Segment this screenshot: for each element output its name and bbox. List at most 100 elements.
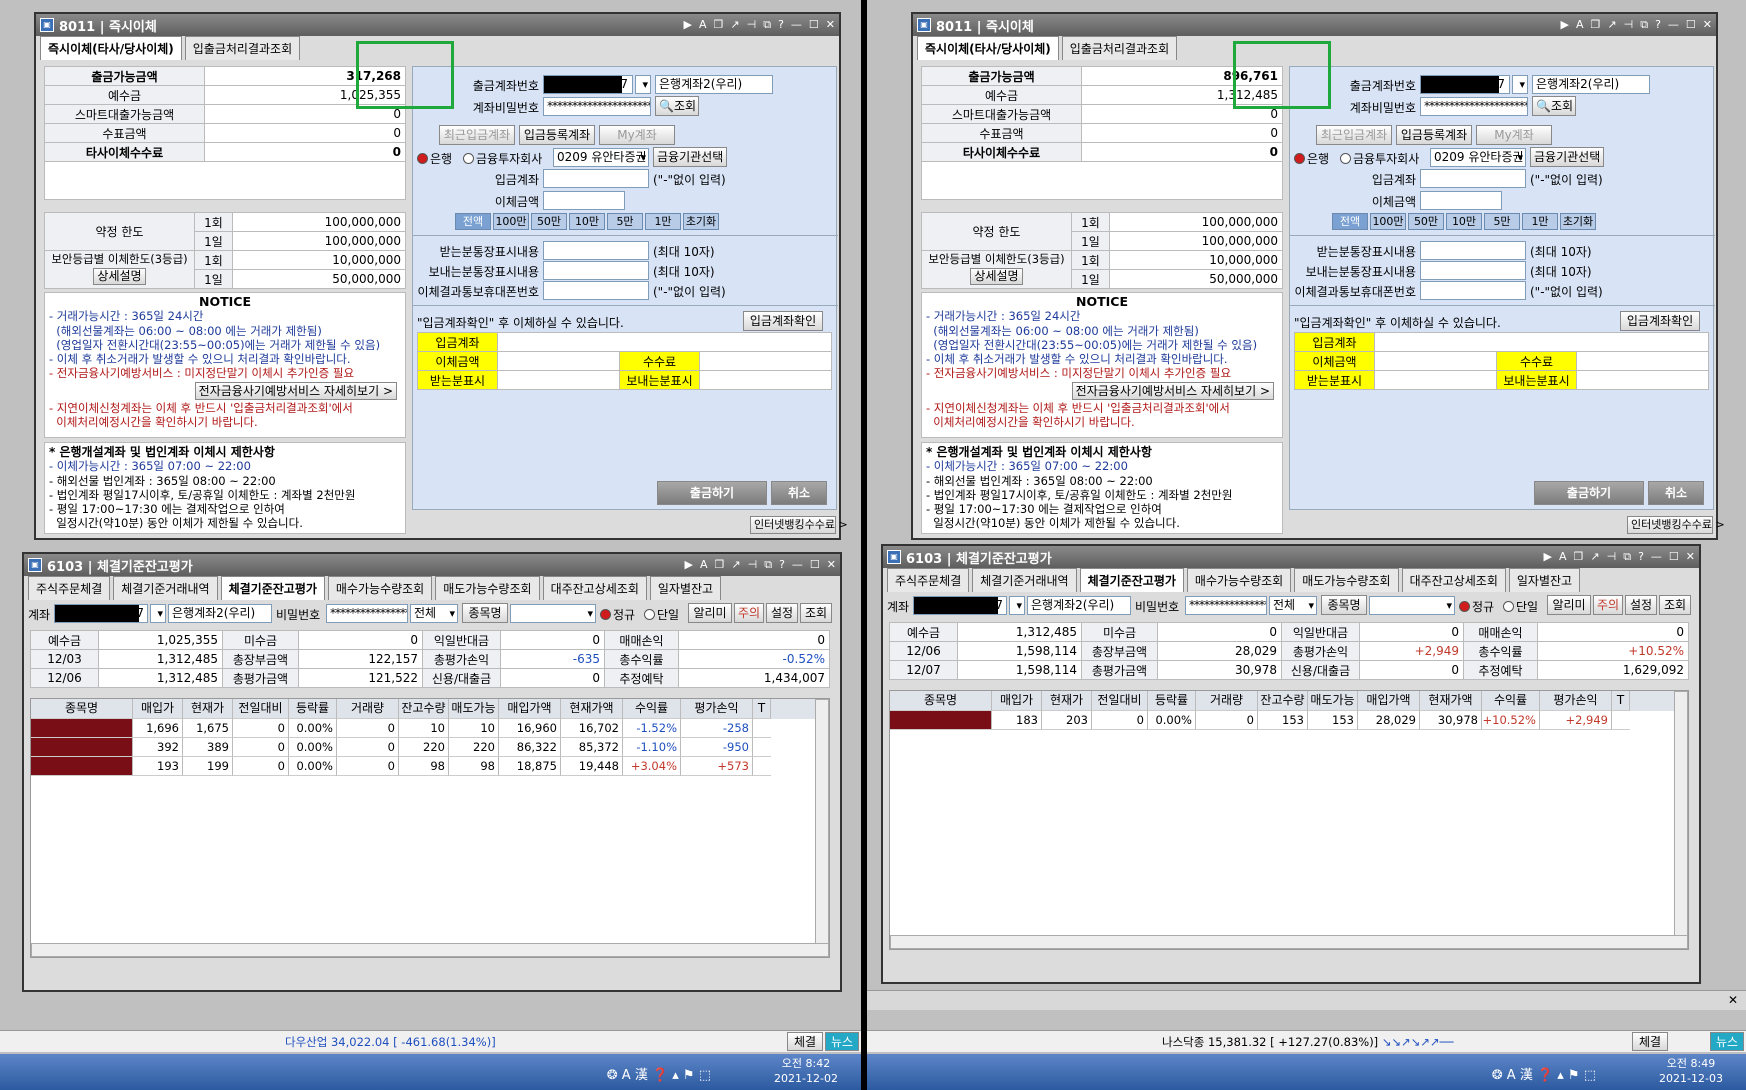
single-radio[interactable]: 단일 [644,606,679,623]
close-icon[interactable]: ✕ [1686,550,1695,564]
balance-tab[interactable]: 대주잔고상세조회 [1401,568,1506,592]
bank-radio[interactable]: 은행 [1294,150,1329,167]
balance-tab[interactable]: 매수가능수량조회 [327,576,433,600]
tab-result-inquiry[interactable]: 입출금처리결과조회 [184,36,301,60]
fill-button[interactable]: 체결 [787,1032,823,1051]
horizontal-scrollbar[interactable] [890,935,1688,949]
fill-button[interactable]: 체결 [1632,1032,1668,1051]
confirm-account-button[interactable]: 입금계좌확인 [1620,311,1700,331]
pin-icon[interactable]: ⊣ [747,18,757,32]
stock-name-button[interactable]: 종목명 [462,603,508,623]
tray-icons[interactable]: ❂ A 漢 ❓ ▴ ⚑ ⬚ [607,1064,711,1083]
registered-account-button[interactable]: 입금등록계좌 [519,125,595,145]
help-icon[interactable]: ? [1638,550,1644,564]
balance-tab[interactable]: 체결기준거래내역 [972,568,1077,592]
minimize-icon[interactable]: — [1668,18,1679,32]
tab-result-inquiry[interactable]: 입출금처리결과조회 [1061,36,1178,60]
account-input[interactable]: 7 [54,604,148,623]
out-account-input[interactable]: 7 [543,75,633,94]
amount-preset-button[interactable]: 전액 [455,213,491,230]
table-row[interactable]: 392 389 0 0.00% 0 220 220 86,322 85,372 -1.10% -95… [31,738,829,757]
maximize-icon[interactable]: ☐ [810,558,820,572]
play-icon[interactable]: ▶ [685,558,693,572]
column-header[interactable]: 거래량 [1196,691,1258,711]
column-header[interactable]: 매입가 [133,699,183,719]
column-header[interactable]: 매도가능 [1308,691,1358,711]
amount-preset-button[interactable]: 50만 [1408,213,1444,230]
balance-tab[interactable]: 체결기준거래내역 [113,576,218,600]
send_memo-input[interactable] [543,261,649,280]
detail-button[interactable]: 상세설명 [93,268,146,285]
column-header[interactable]: 현재가액 [1420,691,1482,711]
account-dropdown[interactable] [1009,596,1025,615]
cancel-button[interactable]: 취소 [771,481,827,505]
column-header[interactable]: 매입가액 [499,699,561,719]
close-icon[interactable]: ✕ [1728,993,1738,1007]
single-radio[interactable]: 단일 [1503,598,1538,615]
column-header[interactable]: 수익률 [1482,691,1540,711]
column-header[interactable]: 잔고수량 [399,699,449,719]
column-header[interactable]: T [753,699,771,719]
fraud-service-button[interactable]: 전자금융사기예방서비스 자세히보기 > [194,381,397,400]
play-icon[interactable]: ▶ [684,18,692,32]
withdraw-button[interactable]: 출금하기 [1534,481,1644,505]
news-button[interactable]: 뉴스 [825,1032,859,1051]
fin-org-button[interactable]: 금융기관선택 [1530,147,1604,167]
table-row[interactable]: 193 199 0 0.00% 0 98 98 18,875 19,448 +3.04% +573 [31,757,829,776]
window-controls[interactable]: ▶ A ❐ ↗ ⊣ ⧉? — ☐ ✕ [684,18,835,32]
stock-select[interactable] [1369,596,1455,615]
minimize-icon[interactable]: — [792,558,803,572]
lookup-button[interactable]: 🔍조회 [1532,96,1576,116]
lookup-button[interactable]: 🔍조회 [655,96,699,116]
balance-tab[interactable]: 매수가능수량조회 [1186,568,1292,592]
maximize-icon[interactable]: ☐ [1686,18,1696,32]
table-row[interactable]: 1,696 1,675 0 0.00% 0 10 10 16,960 16,702 -1.52% -… [31,719,829,738]
amount-preset-button[interactable]: 10만 [569,213,605,230]
bank-select[interactable]: 0209 유안타증권 [553,148,649,167]
play-icon[interactable]: ▶ [1544,550,1552,564]
restore-icon[interactable]: ⧉ [1640,18,1648,32]
fin-org-button[interactable]: 금융기관선택 [653,147,727,167]
column-header[interactable]: T [1612,691,1630,711]
balance-tab[interactable]: 주식주문체결 [28,576,111,600]
registered-account-button[interactable]: 입금등록계좌 [1396,125,1472,145]
link-icon[interactable]: ↗ [1590,550,1599,564]
netbank-fee-button[interactable]: 인터넷뱅킹수수료 > [1627,516,1725,534]
news-button[interactable]: 뉴스 [1710,1032,1744,1051]
lookup-button[interactable]: 조회 [1659,595,1691,615]
amount-preset-button[interactable]: 초기화 [1560,213,1596,230]
help-icon[interactable]: ? [1655,18,1661,32]
amount-preset-button[interactable]: 100만 [1370,213,1406,230]
column-header[interactable]: 매입가액 [1358,691,1420,711]
amount-preset-button[interactable]: 100만 [493,213,529,230]
stock-select[interactable] [510,604,596,623]
copy-icon[interactable]: ❐ [1591,18,1601,32]
account-input[interactable]: 7 [913,596,1007,615]
recv_memo-input[interactable] [543,241,649,260]
lookup-button[interactable]: 조회 [800,603,832,623]
maximize-icon[interactable]: ☐ [1669,550,1679,564]
settings-button[interactable]: 설정 [766,603,798,623]
column-header[interactable]: 매입가 [992,691,1042,711]
column-header[interactable]: 종목명 [31,699,133,719]
clock[interactable]: 오전 8:49 2021-12-03 [1646,1056,1736,1086]
fraud-service-button[interactable]: 전자금융사기예방서비스 자세히보기 > [1071,381,1274,400]
column-header[interactable]: 평가손익 [1540,691,1612,711]
amount-preset-button[interactable]: 5만 [1484,213,1520,230]
balance-titlebar[interactable]: ▣ 6103 | 체결기준잔고평가 ▶ A ❐ ↗ ⊣ ⧉? — ☐ ✕ [24,554,840,576]
column-header[interactable]: 현재가 [183,699,233,719]
column-header[interactable]: 평가손익 [681,699,753,719]
column-header[interactable]: 현재가액 [561,699,623,719]
recent-account-button[interactable]: 최근입금계좌 [439,125,515,145]
account-dropdown[interactable] [635,75,651,94]
column-header[interactable]: 잔고수량 [1258,691,1308,711]
column-header[interactable]: 종목명 [890,691,992,711]
column-header[interactable]: 수익률 [623,699,681,719]
column-header[interactable]: 등락률 [1148,691,1196,711]
font-icon[interactable]: A [699,18,707,32]
column-header[interactable]: 거래량 [337,699,399,719]
balance-titlebar[interactable]: ▣ 6103 | 체결기준잔고평가 ▶ A ❐ ↗ ⊣ ⧉? — ☐ ✕ [883,546,1699,568]
balance-tab[interactable]: 체결기준잔고평가 [220,576,325,600]
minimize-icon[interactable]: — [791,18,802,32]
result_phone-input[interactable] [1420,281,1526,300]
